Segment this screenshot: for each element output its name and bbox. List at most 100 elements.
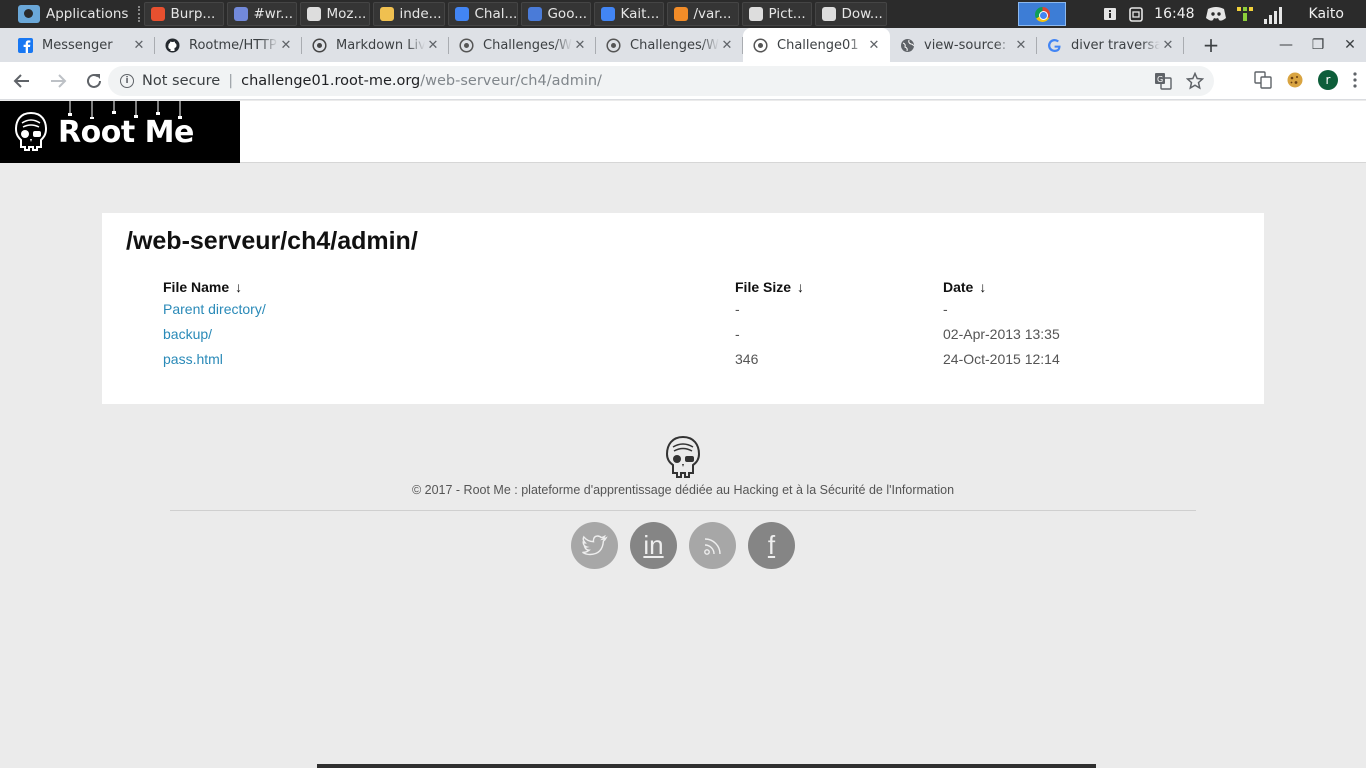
address-bar[interactable]: i Not secure | challenge01.root-me.org/w… [108, 66, 1214, 96]
browser-tab[interactable]: Markdown Live ✕ [302, 28, 449, 62]
mozilla-icon [307, 7, 322, 21]
taskbar-task[interactable]: Pict... [742, 2, 813, 26]
sort-arrow-icon[interactable]: ↓ [235, 279, 242, 295]
clock[interactable]: 16:48 [1154, 6, 1194, 22]
taskbar-task-label: Kait... [620, 6, 660, 22]
taskbar-task[interactable]: /var... [667, 2, 740, 26]
browser-tab[interactable]: Challenges/Web✕ [596, 28, 743, 62]
forward-button[interactable] [42, 65, 74, 97]
file-link[interactable]: pass.html [163, 351, 223, 367]
taskbar-task[interactable]: Dow... [815, 2, 888, 26]
taskbar-task-label: /var... [693, 6, 732, 22]
cookie-icon[interactable] [1286, 71, 1304, 89]
taskbar-task[interactable]: #wr... [227, 2, 298, 26]
profile-avatar[interactable]: r [1318, 70, 1338, 90]
site-info-icon[interactable]: i [120, 74, 134, 88]
rootme-icon [753, 37, 768, 53]
tab-title: Markdown Live [336, 37, 425, 53]
discord-icon[interactable] [1205, 6, 1227, 22]
file-link[interactable]: Parent directory/ [163, 301, 266, 317]
sort-by-date-header[interactable]: Date ↓ [943, 279, 986, 295]
tab-close-icon[interactable]: ✕ [1160, 38, 1176, 53]
security-state[interactable]: Not secure [142, 73, 220, 89]
clipboard-icon[interactable] [1128, 6, 1144, 22]
browser-tab[interactable]: diver traversal ✕ [1037, 28, 1184, 62]
sort-by-name-header[interactable]: File Name ↓ [163, 279, 242, 295]
signal-strength-icon[interactable] [1263, 6, 1285, 24]
address-bar-actions: G [1154, 72, 1204, 90]
social-links: in f [571, 522, 795, 569]
url-path[interactable]: /web-serveur/ch4/admin/ [420, 73, 602, 89]
restore-icon[interactable]: ❐ [1302, 37, 1334, 53]
taskbar-task-label: Goo... [547, 6, 588, 22]
chrome-icon [455, 7, 470, 21]
tab-close-icon[interactable]: ✕ [866, 38, 882, 53]
taskbar-task-label: Moz... [326, 6, 367, 22]
workspace-switcher[interactable] [1018, 2, 1066, 26]
translate-extension-icon[interactable] [1254, 71, 1272, 89]
tab-title: diver traversal [1071, 37, 1160, 53]
network-manager-icon[interactable] [1236, 6, 1253, 22]
page-title: /web-serveur/ch4/admin/ [126, 227, 418, 255]
extension-area: r [1254, 70, 1358, 90]
burp-icon [151, 7, 166, 21]
url-host[interactable]: challenge01.root-me.org [241, 73, 420, 89]
facebook-link[interactable]: f [748, 522, 795, 569]
applications-menu[interactable]: Applications [0, 0, 136, 28]
browser-tab-strip: Messenger ✕ Rootme/HTTP ✕ Markdown Live ✕ Chal… [0, 28, 1366, 62]
tab-close-icon[interactable]: ✕ [278, 38, 294, 53]
sort-by-size-header[interactable]: File Size ↓ [735, 279, 804, 295]
tab-title: Rootme/HTTP [189, 37, 277, 53]
tab-close-icon[interactable]: ✕ [719, 38, 735, 53]
info-icon[interactable] [1102, 6, 1118, 22]
browser-tab[interactable]: Messenger ✕ [8, 28, 155, 62]
tab-title: Challenge01 [777, 37, 859, 53]
file-link[interactable]: backup/ [163, 326, 212, 342]
sort-arrow-icon[interactable]: ↓ [797, 279, 804, 295]
sublime-icon [674, 7, 689, 21]
page-viewport: Root Me /web-serveur/ch4/admin/ File Nam… [0, 101, 1366, 768]
file-size-header[interactable]: File Size [735, 279, 791, 295]
browser-tab[interactable]: view-source: ✕ [890, 28, 1037, 62]
linkedin-link[interactable]: in [630, 522, 677, 569]
reload-button[interactable] [78, 65, 110, 97]
new-tab-button[interactable]: + [1194, 28, 1228, 62]
rootme-logo[interactable]: Root Me [0, 101, 240, 163]
back-button[interactable] [6, 65, 38, 97]
browser-tab[interactable]: Challenge01 ✕ [743, 28, 890, 62]
tab-close-icon[interactable]: ✕ [572, 38, 588, 53]
minimize-icon[interactable]: — [1270, 37, 1302, 53]
taskbar-task[interactable]: Burp... [144, 2, 225, 26]
table-header-row: File Name ↓ File Size ↓ Date ↓ [163, 279, 1163, 301]
facebook-icon [18, 37, 33, 53]
taskbar-task[interactable]: Moz... [300, 2, 371, 26]
translate-icon[interactable]: G [1154, 72, 1172, 90]
sort-arrow-icon[interactable]: ↓ [979, 279, 986, 295]
menu-kebab-icon[interactable] [1352, 71, 1358, 89]
taskbar-task[interactable]: Chal... [448, 2, 519, 26]
tab-close-icon[interactable]: ✕ [1013, 38, 1029, 53]
browser-tab[interactable]: Rootme/HTTP ✕ [155, 28, 302, 62]
file-name-header[interactable]: File Name [163, 279, 229, 295]
footer-copyright: © 2017 - Root Me : plateforme d'apprenti… [411, 483, 955, 497]
browser-tab[interactable]: Challenges/Web✕ [449, 28, 596, 62]
date-header[interactable]: Date [943, 279, 973, 295]
xfce-logo-icon [18, 5, 40, 23]
file-table: File Name ↓ File Size ↓ Date ↓ Parent direc… [163, 279, 1163, 376]
taskbar-task[interactable]: Kait... [594, 2, 665, 26]
taskbar-task-label: Chal... [474, 6, 518, 22]
twitter-link[interactable] [571, 522, 618, 569]
user-name[interactable]: Kaito [1309, 6, 1344, 22]
chrome-icon [601, 7, 616, 21]
tab-close-icon[interactable]: ✕ [131, 38, 147, 53]
close-window-icon[interactable]: ✕ [1334, 37, 1366, 53]
taskbar-task[interactable]: inde... [373, 2, 446, 26]
file-size: - [735, 326, 740, 342]
rss-link[interactable] [689, 522, 736, 569]
browser-tabs: Messenger ✕ Rootme/HTTP ✕ Markdown Live ✕ Chal… [8, 28, 1184, 62]
skull-logo-icon [14, 111, 48, 151]
taskbar-task[interactable]: Goo... [521, 2, 592, 26]
bookmark-star-icon[interactable] [1186, 72, 1204, 90]
tab-close-icon[interactable]: ✕ [425, 38, 441, 53]
applications-label: Applications [46, 6, 129, 22]
